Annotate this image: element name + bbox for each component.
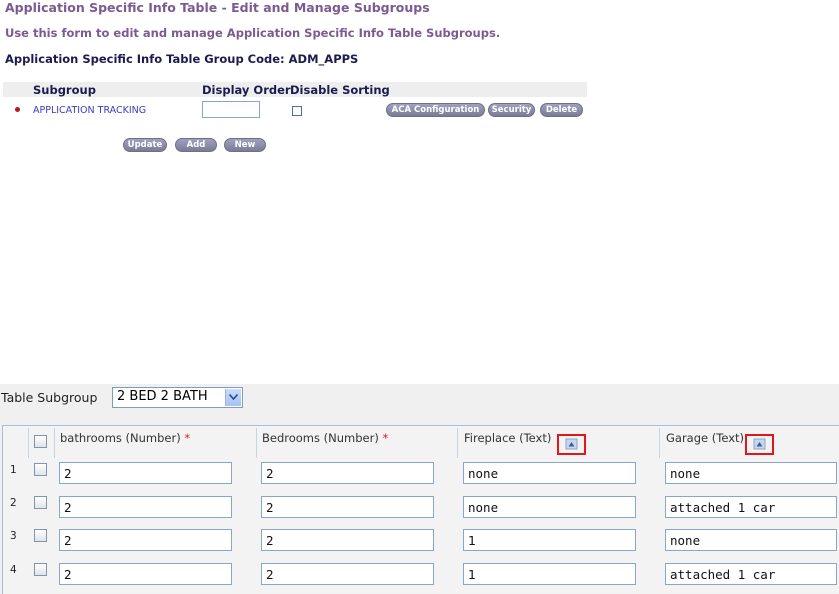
fireplace-cell-input[interactable]: 1 — [463, 563, 636, 585]
table-subgroup-label: Table Subgroup — [1, 390, 98, 405]
fireplace-cell-input[interactable]: 1 — [463, 529, 636, 551]
delete-button[interactable]: Delete — [540, 103, 583, 117]
aca-configuration-button[interactable]: ACA Configuration — [386, 103, 485, 117]
garage-column-header: Garage (Text) — [666, 431, 744, 445]
row-select-checkbox[interactable] — [34, 496, 47, 509]
garage-sort-icon[interactable] — [745, 434, 774, 455]
garage-cell-input[interactable]: attached 1 car — [665, 496, 837, 518]
bedrooms-cell-input[interactable]: 2 — [261, 462, 434, 484]
garage-cell-input[interactable]: none — [665, 529, 837, 551]
chevron-down-icon[interactable] — [225, 389, 241, 406]
bathrooms-column-header: bathrooms (Number) * — [60, 431, 191, 445]
garage-cell-input[interactable]: attached 1 car — [665, 563, 837, 585]
row-number: 2 — [10, 497, 17, 509]
fireplace-column-header: Fireplace (Text) — [464, 431, 552, 445]
display-order-column-header: Display Order — [202, 83, 291, 97]
fireplace-cell-input[interactable]: none — [463, 496, 636, 518]
subgroup-column-header: Subgroup — [33, 83, 96, 97]
bathrooms-cell-input[interactable]: 2 — [59, 496, 232, 518]
subgroup-link[interactable]: APPLICATION TRACKING — [33, 105, 146, 116]
row-select-checkbox[interactable] — [34, 463, 47, 476]
row-number: 3 — [10, 530, 17, 542]
bedrooms-cell-input[interactable]: 2 — [261, 563, 434, 585]
display-order-input[interactable] — [202, 101, 260, 118]
bedrooms-column-header: Bedrooms (Number) * — [262, 431, 389, 445]
table-subgroup-selected-value: 2 BED 2 BATH — [117, 389, 208, 404]
bathrooms-cell-input[interactable]: 2 — [59, 462, 232, 484]
row-number: 1 — [10, 464, 17, 476]
garage-cell-input[interactable]: none — [665, 462, 837, 484]
disable-sorting-checkbox[interactable] — [292, 106, 302, 116]
bathrooms-cell-input[interactable]: 2 — [59, 563, 232, 585]
security-button[interactable]: Security — [488, 103, 535, 117]
row-number: 4 — [10, 564, 17, 576]
bedrooms-cell-input[interactable]: 2 — [261, 496, 434, 518]
row-select-checkbox[interactable] — [34, 529, 47, 542]
new-button[interactable]: New — [224, 138, 266, 152]
page-title: Application Specific Info Table - Edit a… — [5, 0, 430, 15]
bedrooms-cell-input[interactable]: 2 — [261, 529, 434, 551]
add-button[interactable]: Add — [175, 138, 217, 152]
update-button[interactable]: Update — [123, 138, 167, 152]
fireplace-sort-icon[interactable] — [557, 434, 586, 455]
required-bullet-icon — [15, 107, 20, 112]
fireplace-cell-input[interactable]: none — [463, 462, 636, 484]
instructions-text: Use this form to edit and manage Applica… — [5, 26, 501, 40]
subgroup-table-header: Subgroup Display Order Disable Sorting — [3, 82, 587, 97]
select-all-checkbox[interactable] — [34, 435, 47, 448]
group-code-label: Application Specific Info Table Group Co… — [5, 52, 359, 66]
table-subgroup-select[interactable]: 2 BED 2 BATH — [112, 387, 243, 408]
disable-sorting-column-header: Disable Sorting — [290, 83, 390, 97]
row-select-checkbox[interactable] — [34, 563, 47, 576]
bathrooms-cell-input[interactable]: 2 — [59, 529, 232, 551]
